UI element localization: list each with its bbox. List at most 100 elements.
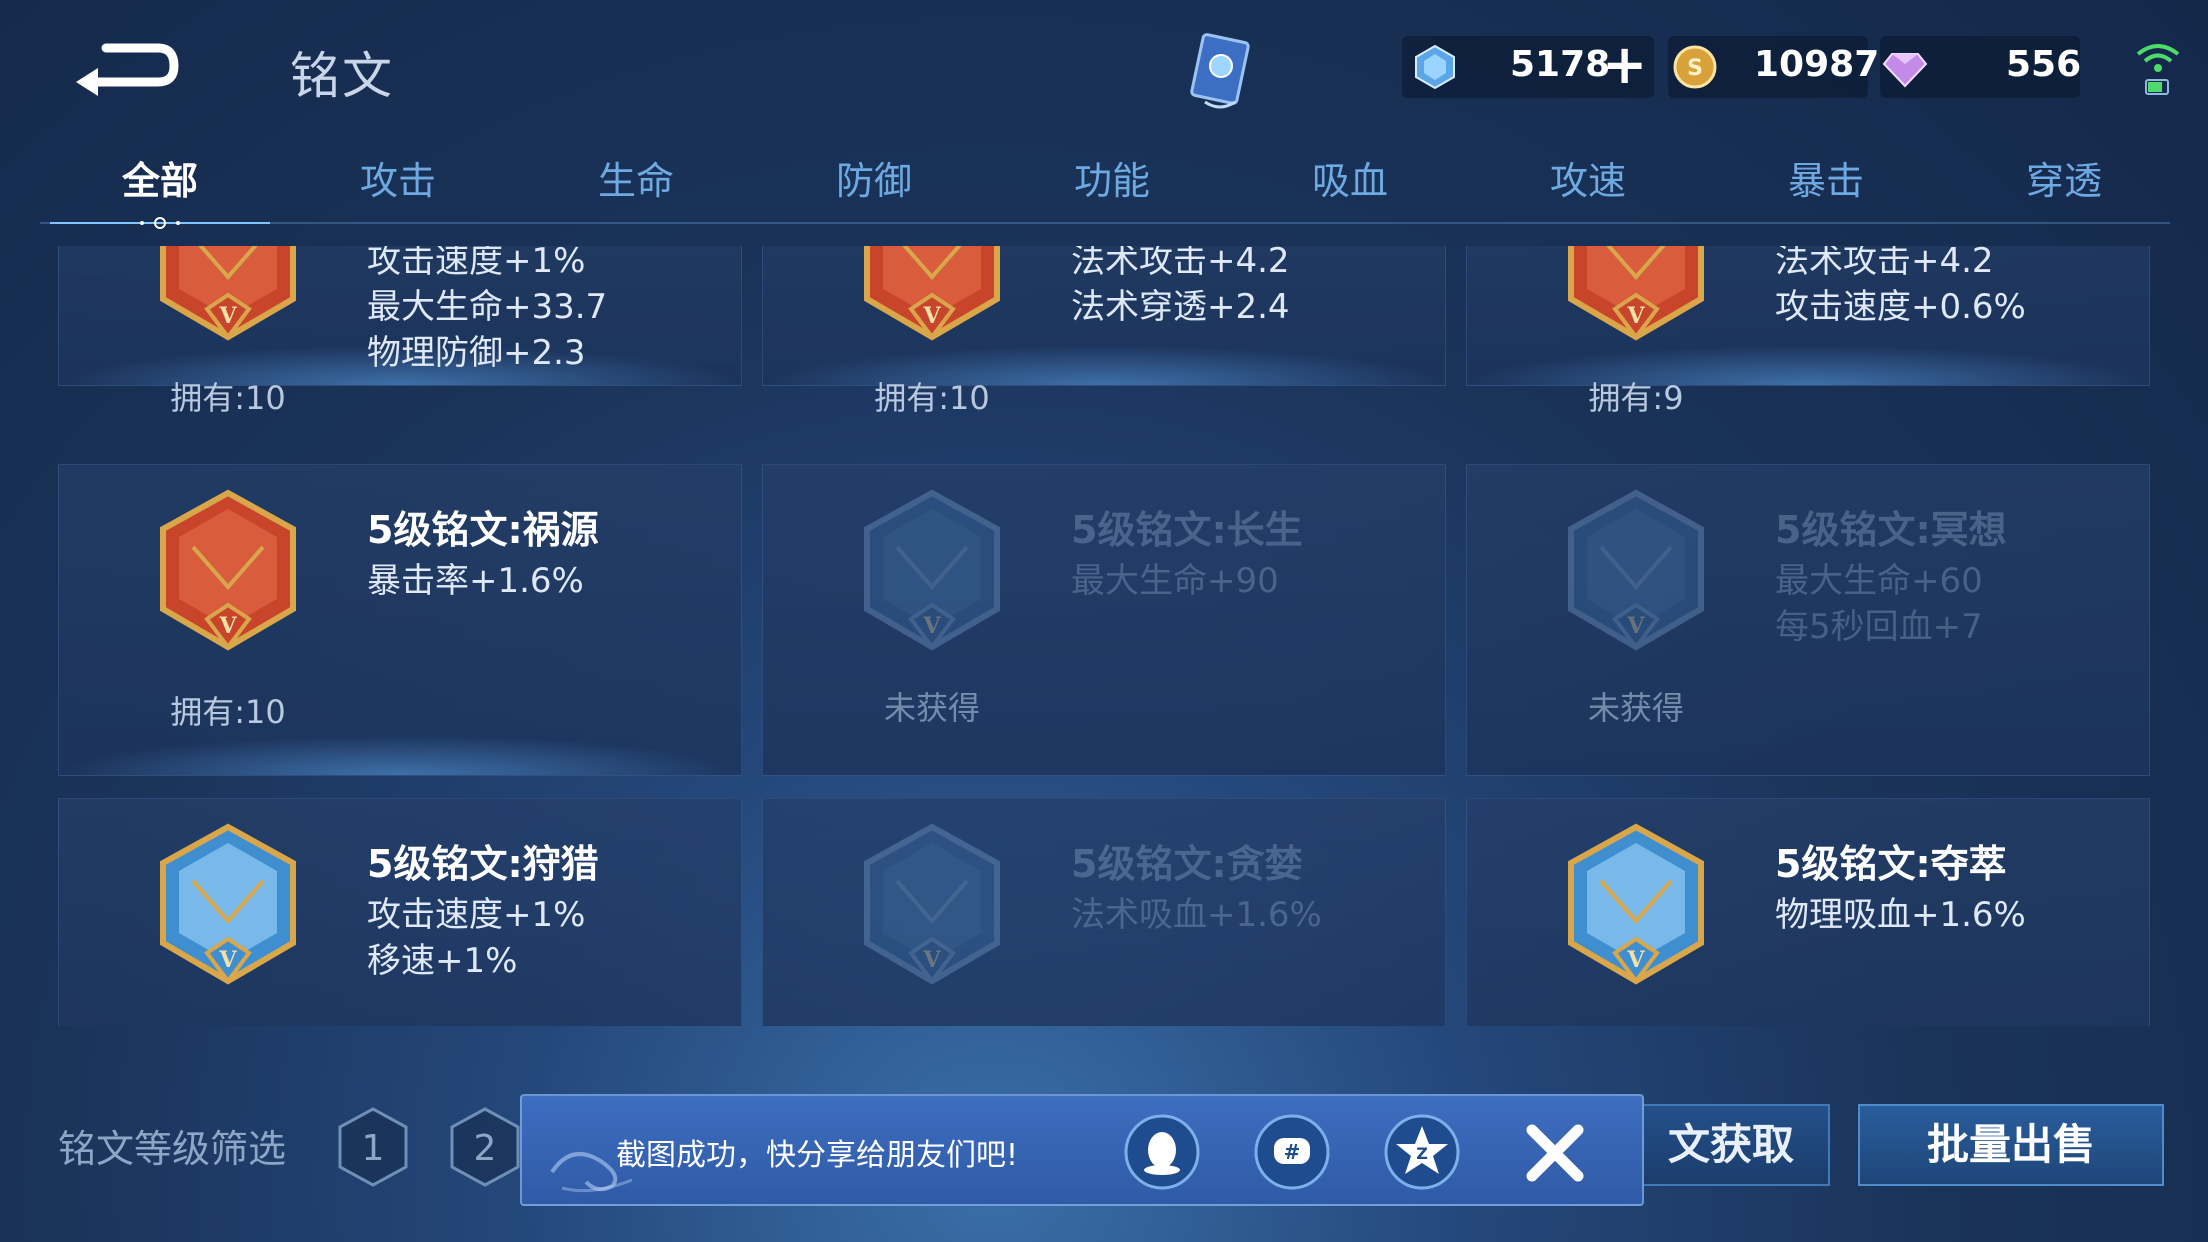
- svg-text:V: V: [1626, 303, 1645, 329]
- page-title: 铭文: [290, 47, 394, 105]
- svg-text:V: V: [922, 303, 941, 329]
- huoyuan-inscription-icon: V: [153, 487, 303, 657]
- svg-text:V: V: [218, 303, 237, 329]
- card-attr: 最大生命+90: [1071, 561, 1279, 601]
- card-name: 5级铭文:冥想: [1775, 508, 2007, 552]
- svg-text:#: #: [1284, 1140, 1301, 1164]
- level-number: 2: [474, 1128, 497, 1169]
- bulk-sell-button[interactable]: 批量出售: [1858, 1104, 2164, 1186]
- level-filter-label: 铭文等级筛选: [58, 1127, 287, 1171]
- diamond-currency: 556: [1880, 36, 2082, 98]
- red-inscription-icon: V: [153, 246, 303, 347]
- tab-divider: [40, 222, 2170, 224]
- inscription-card[interactable]: V 5级铭文:狩猎 攻击速度+1% 移速+1%: [58, 798, 742, 1026]
- inscription-card[interactable]: V 攻击速度+1% 最大生命+33.7 物理防御+2.3 拥有:10: [58, 246, 742, 417]
- diamond-icon: [1882, 53, 1928, 88]
- card-attr: 法术穿透+2.4: [1071, 287, 1290, 327]
- svg-text:V: V: [922, 947, 941, 973]
- red-inscription-icon: V: [857, 246, 1007, 347]
- mingxiang-inscription-icon: V: [1561, 487, 1711, 657]
- card-attr: 物理吸血+1.6%: [1775, 895, 2026, 935]
- card-attr: 物理防御+2.3: [367, 333, 586, 373]
- level-number: 1: [362, 1128, 385, 1169]
- back-arrow-icon: [76, 43, 179, 96]
- owned-count: 拥有:10: [170, 693, 286, 731]
- crystal-currency: 5178 +: [1402, 36, 1654, 98]
- wifi-icon: [2130, 36, 2186, 100]
- tab-health[interactable]: 生命: [546, 150, 726, 212]
- inscription-grid: V 攻击速度+1% 最大生命+33.7 物理防御+2.3 拥有:10 V 法术攻…: [0, 246, 2208, 1026]
- close-icon: [1526, 1124, 1584, 1182]
- share-qzone-button[interactable]: Z: [1382, 1112, 1462, 1192]
- svg-text:V: V: [1626, 947, 1645, 973]
- svg-text:S: S: [1687, 56, 1703, 81]
- inscription-card[interactable]: V 法术攻击+4.2 法术穿透+2.4 拥有:10: [762, 246, 1446, 417]
- tab-penetration[interactable]: 穿透: [1974, 150, 2154, 212]
- qq-icon: [1124, 1114, 1200, 1190]
- card-attr: 移速+1%: [367, 941, 518, 981]
- svg-text:V: V: [1626, 613, 1645, 639]
- card-glow: [59, 735, 741, 775]
- tab-defense[interactable]: 防御: [784, 150, 964, 212]
- tab-attack[interactable]: 攻击: [308, 150, 488, 212]
- not-obtained-label: 未获得: [1587, 689, 1684, 727]
- wechat-moments-icon: #: [1254, 1114, 1330, 1190]
- inscription-card[interactable]: V 5级铭文:长生 最大生命+90 未获得: [762, 464, 1446, 776]
- add-crystal-icon[interactable]: +: [1602, 38, 1648, 94]
- owned-count: 拥有:10: [170, 379, 286, 417]
- duocui-inscription-icon: V: [1561, 821, 1711, 991]
- tanlan-inscription-icon: V: [857, 821, 1007, 991]
- inscription-book-icon[interactable]: [1175, 28, 1265, 118]
- svg-text:V: V: [922, 613, 941, 639]
- card-attr: 法术攻击+4.2: [1775, 246, 1994, 281]
- level-filter-1[interactable]: 1: [336, 1106, 410, 1188]
- card-attr: 攻击速度+0.6%: [1775, 287, 2026, 327]
- card-name: 5级铭文:贪婪: [1071, 842, 1303, 886]
- gold-value: 10987: [1754, 44, 1880, 85]
- tab-all[interactable]: 全部: [70, 150, 250, 212]
- crystal-value: 5178: [1510, 44, 1611, 85]
- tab-function[interactable]: 功能: [1022, 150, 1202, 212]
- card-attr: 法术吸血+1.6%: [1071, 895, 1322, 935]
- card-attr: 最大生命+33.7: [367, 287, 608, 327]
- card-name: 5级铭文:祸源: [367, 508, 599, 552]
- gold-coin-icon: S: [1673, 45, 1717, 89]
- changsheng-inscription-icon: V: [857, 487, 1007, 657]
- shoulie-inscription-icon: V: [153, 821, 303, 991]
- inscription-card[interactable]: V 5级铭文:祸源 暴击率+1.6% 拥有:10: [58, 464, 742, 776]
- active-tab-indicator: [50, 217, 270, 229]
- red-inscription-icon: V: [1561, 246, 1711, 347]
- card-name: 5级铭文:长生: [1071, 508, 1303, 552]
- svg-text:V: V: [218, 613, 237, 639]
- tab-lifesteal[interactable]: 吸血: [1260, 150, 1440, 212]
- tab-attack-speed[interactable]: 攻速: [1498, 150, 1678, 212]
- inscription-card[interactable]: V 法术攻击+4.2 攻击速度+0.6% 拥有:9: [1466, 246, 2150, 417]
- category-tabs: 全部 攻击 生命 防御 功能 吸血 攻速 暴击 穿透: [0, 150, 2208, 229]
- share-qq-button[interactable]: [1122, 1112, 1202, 1192]
- gold-currency: S 10987: [1668, 36, 1879, 98]
- card-attr: 每5秒回血+7: [1775, 607, 1983, 647]
- not-obtained-label: 未获得: [883, 689, 980, 727]
- top-bar: 铭文 5178 + S 10987 556: [0, 0, 2208, 150]
- card-attr: 攻击速度+1%: [367, 895, 586, 935]
- owned-count: 拥有:9: [1588, 379, 1684, 417]
- share-wechat-moments-button[interactable]: #: [1252, 1112, 1332, 1192]
- svg-text:Z: Z: [1416, 1144, 1428, 1163]
- card-attr: 暴击率+1.6%: [367, 561, 584, 601]
- inscription-card[interactable]: V 5级铭文:贪婪 法术吸血+1.6%: [762, 798, 1446, 1026]
- card-attr: 攻击速度+1%: [367, 246, 586, 281]
- close-toast-button[interactable]: [1520, 1118, 1590, 1188]
- screenshot-share-toast: 截图成功，快分享给朋友们吧! # Z: [520, 1094, 1644, 1206]
- level-filter-2[interactable]: 2: [448, 1106, 522, 1188]
- card-name: 5级铭文:夺萃: [1775, 842, 2007, 886]
- crystal-icon: [1415, 44, 1455, 90]
- toast-message: 截图成功，快分享给朋友们吧!: [616, 1138, 1019, 1173]
- inscription-card[interactable]: V 5级铭文:夺萃 物理吸血+1.6%: [1466, 798, 2150, 1026]
- tab-crit[interactable]: 暴击: [1736, 150, 1916, 212]
- back-button[interactable]: [66, 30, 186, 100]
- card-attr: 最大生命+60: [1775, 561, 1983, 601]
- inscription-card[interactable]: V 5级铭文:冥想 最大生命+60 每5秒回血+7 未获得: [1466, 464, 2150, 776]
- qzone-icon: Z: [1384, 1114, 1460, 1190]
- card-name: 5级铭文:狩猎: [367, 842, 599, 886]
- diamond-value: 556: [2006, 44, 2082, 85]
